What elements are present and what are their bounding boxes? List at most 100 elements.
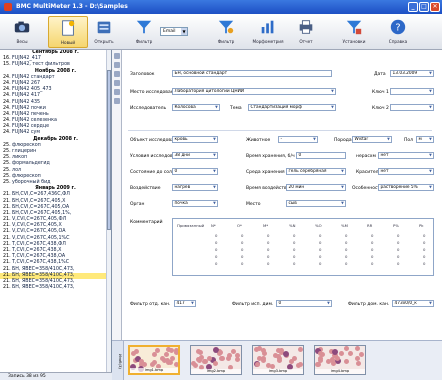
stain-field[interactable]: нет ▼ [378, 168, 434, 175]
location-field[interactable]: сыв ▼ [286, 200, 346, 207]
filter-icon [136, 20, 152, 34]
date-field[interactable]: 13.03.2009 ▼ [390, 70, 434, 77]
blood-cell-mark [255, 362, 260, 367]
unprocessed-field[interactable]: нет ▼ [378, 152, 434, 159]
chevron-down-icon[interactable]: ▼ [212, 201, 217, 206]
chevron-down-icon[interactable]: ▼ [330, 105, 335, 110]
maximize-button[interactable]: □ [419, 2, 429, 12]
nav-prev-icon[interactable] [113, 62, 120, 68]
object-field[interactable]: кровь ▼ [172, 136, 218, 143]
impact-field[interactable]: нагрев ▼ [172, 184, 218, 191]
impact-time-field[interactable]: 20 мин ▼ [286, 184, 346, 191]
nav-last-icon[interactable] [113, 80, 120, 86]
theme-field[interactable]: Стандартизация морф ▼ [248, 104, 336, 111]
toolbar-settings-button[interactable]: Установки [334, 16, 374, 48]
researcher-field[interactable]: Колосова ▼ [172, 104, 220, 111]
storage-time-field[interactable]: 0 [296, 152, 346, 159]
filter-select[interactable]: Email ▼ [160, 27, 188, 36]
chevron-down-icon[interactable]: ▼ [190, 301, 195, 306]
sex-field[interactable]: м ▼ [416, 136, 434, 143]
thumbnail-caption: img1.bmp [130, 368, 178, 373]
image-thumbnail[interactable]: img1.bmp [128, 345, 180, 375]
chevron-down-icon[interactable]: ▼ [330, 89, 335, 94]
blood-cell-mark [277, 356, 282, 361]
image-thumbnail[interactable]: img4.bmp [314, 345, 366, 375]
blood-cell-mark [197, 358, 202, 363]
folder-icon [97, 21, 111, 34]
chevron-down-icon[interactable]: ▼ [428, 137, 433, 142]
chevron-down-icon[interactable]: ▼ [428, 301, 433, 306]
tree-scrollbar[interactable] [106, 50, 111, 372]
chevron-down-icon[interactable]: ▼ [214, 105, 219, 110]
new-document-icon [62, 20, 75, 36]
image-strip: Изоб(3) img1.bmp img2.bmp img3.bmp img4.bmp [112, 340, 442, 380]
state-field[interactable]: 0 ▼ [172, 168, 218, 175]
toolbar-help-button[interactable]: ? Справка [378, 16, 418, 48]
blood-cell-mark [196, 349, 201, 354]
close-button[interactable]: ✕ [430, 2, 440, 12]
title-field[interactable]: БН, основной стандарт [172, 70, 332, 77]
animal-field[interactable]: - ▼ [278, 136, 318, 143]
toolbar-filter-button[interactable]: Фильтр [124, 16, 164, 48]
chevron-down-icon[interactable]: ▼ [428, 105, 433, 110]
filter-3-field[interactable]: 473x0/0_к ▼ [392, 300, 434, 307]
chevron-down-icon[interactable]: ▼ [212, 137, 217, 142]
image-thumbnail[interactable]: img2.bmp [190, 345, 242, 375]
toolbar-morphometry-button[interactable]: Морфометрия [248, 16, 288, 48]
chevron-down-icon[interactable]: ▼ [326, 301, 331, 306]
comment-cell: 0 [293, 247, 296, 252]
filter-1-field[interactable]: 417 ▼ [174, 300, 196, 307]
chevron-down-icon[interactable]: ▼ [340, 185, 345, 190]
chevron-down-icon[interactable]: ▼ [312, 137, 317, 142]
chevron-down-icon[interactable]: ▼ [428, 185, 433, 190]
key2-field[interactable]: ▼ [390, 104, 434, 111]
chevron-down-icon[interactable]: ▼ [212, 153, 217, 158]
filter-2-field[interactable]: 0 ▼ [276, 300, 332, 307]
place-field[interactable]: Лаборатория цитологии ЦНИИ ▼ [172, 88, 336, 95]
nav-delete-icon[interactable] [113, 98, 120, 104]
chevron-down-icon[interactable]: ▼ [340, 201, 345, 206]
chevron-down-icon[interactable]: ▼ [428, 169, 433, 174]
chevron-down-icon[interactable]: ▼ [340, 169, 345, 174]
comment-cell: 0 [397, 240, 400, 245]
tree-record-day: 21. [3, 285, 11, 291]
comment-column-header: M* [263, 223, 269, 228]
key1-field[interactable]: ▼ [390, 88, 434, 95]
comment-cell: 0 [267, 240, 270, 245]
toolbar-report-button[interactable]: Отчет [286, 16, 326, 48]
blood-cell-mark [254, 347, 259, 352]
toolbar-filter-alt-button[interactable]: Фильтр [206, 16, 246, 48]
image-thumbnail[interactable]: img3.bmp [252, 345, 304, 375]
scrollbar-thumb[interactable] [107, 70, 111, 230]
organ-field[interactable]: почка ▼ [172, 200, 218, 207]
nav-add-icon[interactable] [113, 89, 120, 95]
nav-first-icon[interactable] [113, 53, 120, 59]
tree-item-text: уборочный бид [12, 179, 51, 185]
toolbar-new-button[interactable]: Новый [48, 16, 88, 48]
medium-field[interactable]: гель серебряная ▼ [286, 168, 346, 175]
toolbar-camera-button[interactable]: Весы [2, 16, 42, 48]
tree-record-item[interactable]: 21.БН, ЯВЕС=358/410С,473, [0, 285, 111, 291]
comment-cell: 0 [293, 261, 296, 266]
toolbar-open-button[interactable]: Открыть [84, 16, 124, 48]
blood-cell-mark [207, 356, 212, 361]
records-tree[interactable]: Сентябрь 2008 г. 16.FUJN42_417 15.FUJN42, … [0, 50, 112, 372]
comment-cell: 0 [397, 247, 400, 252]
calendar-icon[interactable]: ▼ [428, 71, 433, 76]
feature-field[interactable]: растворение 5% ▼ [378, 184, 434, 191]
chevron-down-icon[interactable]: ▼ [428, 153, 433, 158]
comment-cell: 0 [241, 233, 244, 238]
chevron-down-icon[interactable]: ▼ [212, 169, 217, 174]
label-filter-2: Фильтр исп. дим. [232, 302, 274, 307]
blood-cell-mark [166, 347, 171, 352]
chevron-down-icon[interactable]: ▼ [386, 137, 391, 142]
comment-box[interactable]: Привязанный N* O* M* %N %O %M RR P% Pk 0 0 0 0 0 0 0 0 0 0 0… [172, 218, 434, 276]
conditions-field[interactable]: 38 дни ▼ [172, 152, 218, 159]
label-breed: Порода [334, 138, 352, 143]
chevron-down-icon[interactable]: ▼ [212, 185, 217, 190]
chevron-down-icon[interactable]: ▼ [428, 89, 433, 94]
minimize-button[interactable]: _ [408, 2, 418, 12]
breed-field[interactable]: Wistar ▼ [352, 136, 392, 143]
comment-column-header: %N [289, 223, 296, 228]
nav-next-icon[interactable] [113, 71, 120, 77]
